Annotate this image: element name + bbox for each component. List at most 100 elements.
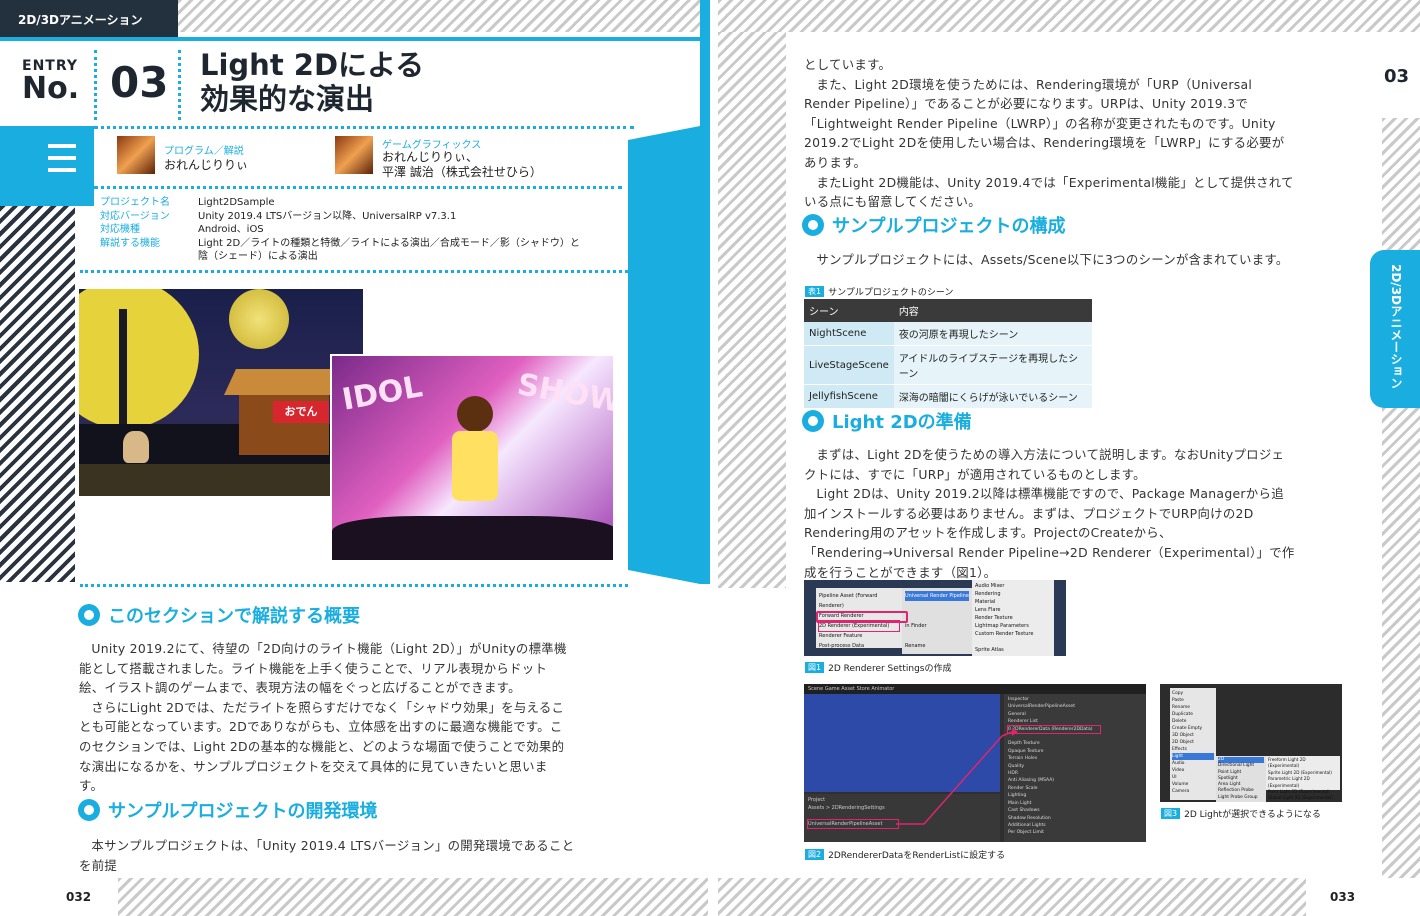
entry-no: No. [22,71,80,106]
table-row: JellyfishScene 深海の暗闇にくらげが泳いでいるシーン [804,384,1092,409]
paragraph: まずは、Light 2Dを使うための導入方法について説明します。なおUnityプ… [804,447,1285,482]
table-tag: 表1 [805,286,825,297]
header-hatch [178,0,708,32]
show-text-left: IDOL [339,369,426,418]
category-label: 2D/3Dアニメーション [18,13,143,27]
fig1-submenu-right: Audio Mixer Rendering Material Lens Flar… [972,580,1054,656]
left-dark-hatch [0,206,75,582]
figure-3-caption: 図3 2D Lightが選択できるようになる [1161,807,1321,820]
authors-top-rule [94,126,634,129]
night-scene-illustration: おでん [79,289,363,496]
paragraph: また、Light 2D環境を使うためには、Rendering環境が「URP（Un… [804,76,1285,170]
side-tab: 2D/3Dアニメーション [1370,250,1420,408]
table-row: NightScene 夜の河原を再現したシーン [804,322,1092,346]
meta-row: プロジェクト名 Light2DSample [100,197,275,208]
paragraph: Light 2Dは、Unity 2019.2以降は標準機能ですので、Packag… [804,486,1295,580]
section-structure-heading: サンプルプロジェクトの構成 [802,212,1065,238]
author-avatar-2 [335,136,373,174]
table-caption: 表1 サンプルプロジェクトのシーン [805,285,953,298]
fig2-arrow [896,728,1018,825]
fig3-light-submenu: 2D Directional Light Point Light Spotlig… [1216,756,1266,802]
left-page-number: 032 [66,890,92,904]
ring-bullet-icon [78,799,100,821]
graphics-role: ゲームグラフィックス [382,140,482,151]
meta-row: 解説する機能 Light 2D／ライトの種類と特徴／ライトによる演出／合成モード／… [100,237,580,249]
entry-number: 03 [110,58,169,107]
entry-divider [94,50,97,120]
left-footer-hatch [118,878,708,916]
title-line-1: Light 2Dによる [200,48,425,82]
right-header-hatch [718,0,1420,32]
right-page-number: 033 [1330,890,1356,904]
show-text-right: SHOW [514,367,615,420]
side-number: 03 [1384,66,1410,87]
stall-roof [224,369,344,395]
paragraph: さらにLight 2Dでは、ただライトを照らすだけでなく「シャドウ効果」を与える… [79,699,565,794]
right-footer-hatch [718,878,1306,916]
audience [332,516,613,560]
moon [79,289,199,429]
table-row: LiveStageScene アイドルのライブステージを再現したシーン [804,345,1092,385]
live-stage-illustration: IDOL SHOW [330,354,615,562]
figure-3-screenshot: Copy Paste Rename Duplicate Delete Creat… [1160,684,1342,802]
idol-head [457,396,493,432]
column-header: 内容 [893,299,1092,322]
scenes-table: シーン 内容 NightScene 夜の河原を再現したシーン LiveStageS… [804,299,1092,409]
author-avatar-1 [117,136,155,174]
meta-row: 対応バージョン Unity 2019.4 LTSバージョン以降、Universal… [100,210,457,222]
section-overview-heading: このセクションで解説する概要 [78,602,360,628]
side-hatch-bottom [1382,408,1420,878]
idol-body [452,431,498,501]
section-overview-body: Unity 2019.2にて、待望の「2D向けのライト機能（Light 2D）」… [79,639,571,796]
fig3-2d-submenu: Freeform Light 2D (Experimental) Sprite … [1266,756,1340,800]
header-rule [0,37,708,41]
side-tab-label: 2D/3Dアニメーション [1389,264,1403,390]
title-line-2: 効果的な演出 [200,82,375,116]
right-intro-text: としています。 また、Light 2D環境を使うためには、Rendering環境… [804,55,1296,212]
meta-row: 陰（シェード）による演出 [198,251,318,262]
page-edge-strip [700,0,710,584]
stall-sign: おでん [273,401,329,423]
meta-bottom-rule [80,270,628,273]
illustration-bottom-rule [80,584,628,587]
section-prep-heading: Light 2Dの準備 [802,408,972,434]
section-environment-heading: サンプルプロジェクトの開発環境 [78,797,377,823]
graphics-names: おれんじりりぃ、 平澤 誠治（株式会社せひら） [382,150,542,180]
menu-tab [0,126,94,206]
right-left-hatch [718,32,786,588]
program-role: プログラム／解説 [164,146,244,157]
paragraph: 本サンプルプロジェクトは、「Unity 2019.4 LTSバージョン」の開発環… [79,838,575,873]
menu-icon [48,144,76,148]
page-title: Light 2Dによる 効果的な演出 [200,48,424,116]
entry-divider-2 [178,50,181,120]
fig1-highlight [816,611,908,623]
figure-2-screenshot: Scene Game Asset Store Animator Project … [804,684,1146,842]
graphics-name-1: おれんじりりぃ、 [382,150,479,164]
paragraph: としています。 [804,57,892,72]
authors-bottom-rule [94,186,622,189]
right-notch [628,126,700,584]
paragraph: またLight 2D機能は、Unity 2019.4では「Experimenta… [804,174,1294,210]
category-header: 2D/3Dアニメーション [0,0,178,37]
section-environment-body: 本サンプルプロジェクトは、「Unity 2019.4 LTSバージョン」の開発環… [79,836,579,875]
fig1-submenu-mid: Universal Render Pipeline in Finder Rena… [902,588,972,654]
project-meta: プロジェクト名 Light2DSample 対応バージョン Unity 2019.4… [100,196,620,264]
figure-1-screenshot: Pipeline Asset (Forward Renderer) Forwar… [804,580,1066,656]
paragraph: Unity 2019.2にて、待望の「2D向けのライト機能（Light 2D）」… [79,641,567,696]
ring-bullet-icon [78,604,100,626]
fig3-context-menu: Copy Paste Rename Duplicate Delete Creat… [1170,688,1216,800]
column-header: シーン [804,299,894,322]
paragraph: サンプルプロジェクトには、Assets/Scene以下に3つのシーンが含まれてい… [816,252,1289,267]
section-prep-body: まずは、Light 2Dを使うための導入方法について説明します。なおUnityプ… [804,445,1296,582]
section-structure-body: サンプルプロジェクトには、Assets/Scene以下に3つのシーンが含まれてい… [804,250,1296,270]
ring-bullet-icon [802,410,824,432]
figure-2-caption: 図2 2DRendererDataをRenderListに設定する [805,848,1005,861]
figure-1-caption: 図1 2D Renderer Settingsの作成 [805,661,951,674]
side-hatch-top [1382,118,1420,250]
program-name: おれんじりりぃ [164,158,249,172]
cat [123,431,149,463]
ring-bullet-icon [802,214,824,236]
table-header-row: シーン 内容 [804,299,1092,322]
meta-row: 対応機種 Android、iOS [100,224,264,235]
graphics-name-2: 平澤 誠治（株式会社せひら） [382,165,542,179]
